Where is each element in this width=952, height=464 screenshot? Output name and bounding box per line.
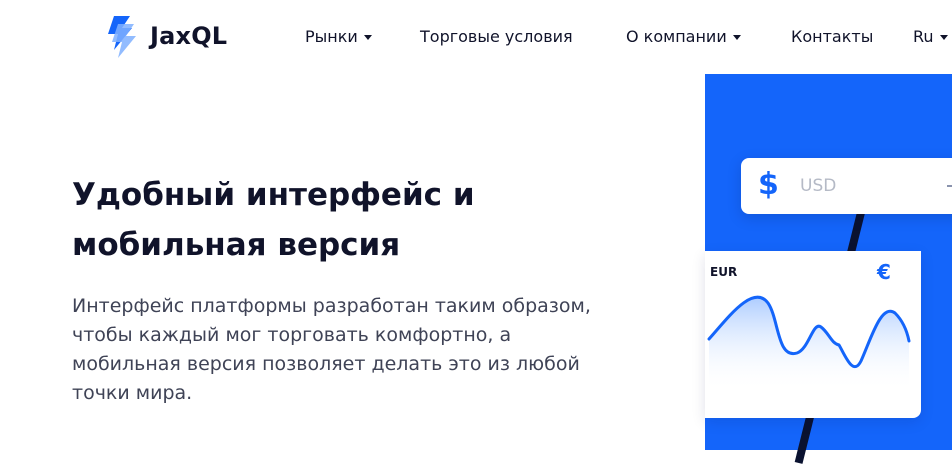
- hero-title-line: мобильная версия: [72, 227, 401, 263]
- nav-about[interactable]: О компании: [626, 27, 741, 46]
- hero-title-line: Удобный интерфейс и: [72, 177, 475, 213]
- nav-markets[interactable]: Рынки: [305, 27, 372, 46]
- eur-chart-card: EUR €: [705, 251, 921, 418]
- nav-trading-conditions-label: Торговые условия: [420, 27, 573, 46]
- hero-description-line: Интерфейс платформы разработан таким обр…: [72, 295, 591, 317]
- nav-trading-conditions[interactable]: Торговые условия: [420, 27, 573, 46]
- hero-description-line: точки мира.: [72, 382, 193, 404]
- hero-description-line: чтобы каждый мог торговать комфортно, а: [72, 324, 512, 346]
- caret-down-icon: [732, 35, 741, 40]
- eur-sparkline: [707, 295, 911, 391]
- language-label: Ru: [913, 27, 934, 46]
- hero-title: Удобный интерфейс и мобильная версия: [72, 170, 632, 270]
- eur-sparkline-area: [709, 297, 909, 391]
- usd-currency-card: $ USD: [741, 158, 952, 214]
- brand-name: JaxQL: [150, 22, 228, 50]
- caret-down-icon: [939, 35, 948, 40]
- hero-description-line: мобильная версия позволяет делать это из…: [72, 353, 580, 375]
- nav-markets-label: Рынки: [305, 27, 358, 46]
- nav-about-label: О компании: [626, 27, 727, 46]
- hero-description: Интерфейс платформы разработан таким обр…: [72, 292, 632, 408]
- site-header: JaxQL Рынки Торговые условия О компании …: [0, 0, 952, 74]
- logo-icon: [108, 16, 136, 58]
- nav-contacts[interactable]: Контакты: [791, 27, 873, 46]
- dollar-icon: $: [758, 167, 779, 202]
- caret-down-icon: [363, 35, 372, 40]
- usd-label: USD: [800, 176, 837, 196]
- minus-icon: [947, 185, 952, 187]
- eur-label: EUR: [710, 265, 738, 279]
- language-selector[interactable]: Ru: [913, 27, 948, 46]
- nav-contacts-label: Контакты: [791, 27, 874, 46]
- logo[interactable]: JaxQL: [100, 14, 227, 58]
